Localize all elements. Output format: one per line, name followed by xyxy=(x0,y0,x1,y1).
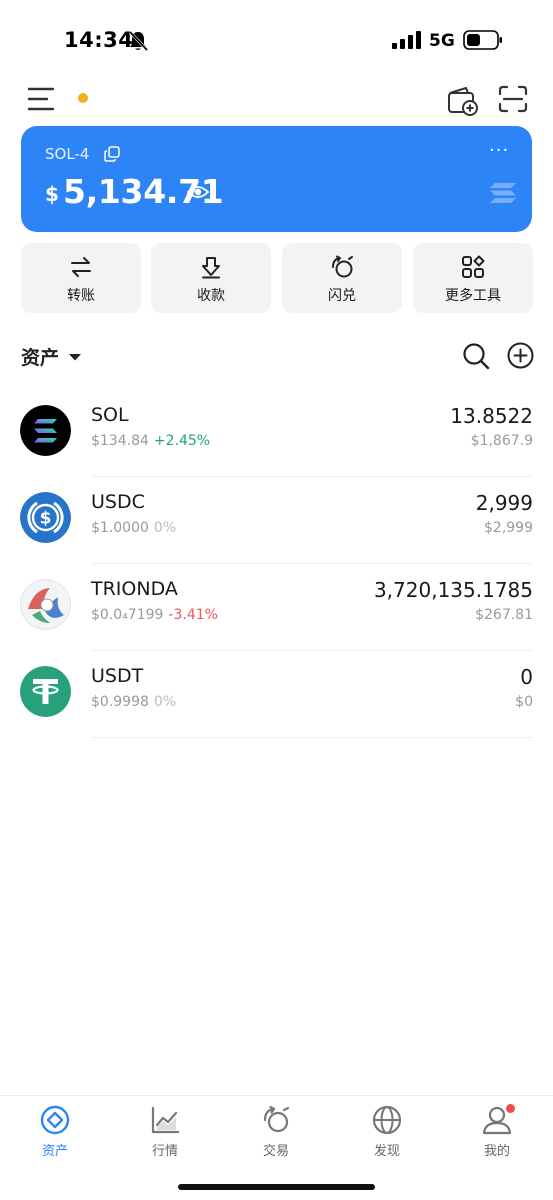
balance-card[interactable]: SOL-4 ··· $ 5,134.71 xyxy=(21,126,532,232)
transfer-label: 转账 xyxy=(67,288,95,304)
add-token-icon[interactable] xyxy=(507,342,534,369)
asset-symbol: TRIONDA xyxy=(91,578,178,600)
notification-dot xyxy=(78,93,88,103)
nav-market-label: 行情 xyxy=(151,1144,178,1159)
status-bar: 14:34 5G xyxy=(0,0,553,80)
network-label: 5G xyxy=(429,31,455,51)
asset-symbol: USDT xyxy=(91,665,144,687)
swap-button[interactable]: 闪兑 xyxy=(282,243,402,313)
asset-unit-price: $0.0₄7199 xyxy=(91,607,164,623)
asset-row-usdc[interactable]: $ USDC $1.0000 0% 2,999 $2,999 xyxy=(0,477,553,564)
receive-label: 收款 xyxy=(197,288,225,304)
asset-amount: 0 xyxy=(520,665,533,689)
asset-value: $267.81 xyxy=(475,607,533,623)
nav-trade-label: 交易 xyxy=(262,1144,289,1159)
wallet-name: SOL-4 xyxy=(45,145,90,163)
nav-market[interactable]: 行情 xyxy=(110,1096,220,1166)
trade-icon xyxy=(263,1105,290,1133)
copy-icon[interactable] xyxy=(104,146,120,162)
sol-logo-icon xyxy=(20,405,71,456)
asset-amount: 2,999 xyxy=(475,491,533,515)
asset-change: -3.41% xyxy=(168,607,218,623)
nav-trade[interactable]: 交易 xyxy=(221,1096,331,1166)
asset-price: $1.0000 0% xyxy=(91,520,176,536)
asset-amount: 3,720,135.1785 xyxy=(373,578,533,602)
asset-price: $134.84 +2.45% xyxy=(91,433,210,449)
receive-icon xyxy=(202,257,220,279)
asset-amount: 13.8522 xyxy=(450,404,533,428)
search-icon[interactable] xyxy=(462,342,490,370)
cellular-signal-icon xyxy=(392,31,421,49)
usdt-logo-icon xyxy=(20,666,71,717)
battery-icon xyxy=(463,30,502,50)
assets-title[interactable]: 资产 xyxy=(21,343,59,370)
asset-unit-price: $0.9998 xyxy=(91,694,149,710)
nav-profile-label: 我的 xyxy=(483,1144,510,1159)
nav-discover-label: 发现 xyxy=(373,1144,400,1159)
market-icon xyxy=(151,1106,180,1134)
asset-change: 0% xyxy=(153,520,177,536)
transfer-icon xyxy=(71,257,91,277)
nav-profile[interactable]: 我的 xyxy=(442,1096,552,1166)
asset-change: +2.45% xyxy=(153,433,211,449)
asset-row-usdt[interactable]: USDT $0.9998 0% 0 $0 xyxy=(0,651,553,738)
add-wallet-icon[interactable] xyxy=(446,84,480,116)
asset-value: $1,867.9 xyxy=(470,433,533,449)
asset-symbol: SOL xyxy=(91,404,129,426)
asset-price: $0.9998 0% xyxy=(91,694,176,710)
more-tools-label: 更多工具 xyxy=(445,288,501,304)
swap-label: 闪兑 xyxy=(328,288,356,304)
asset-row-trionda[interactable]: TRIONDA $0.0₄7199 -3.41% 3,720,135.1785 $… xyxy=(0,564,553,651)
transfer-button[interactable]: 转账 xyxy=(21,243,141,313)
usdc-logo-icon: $ xyxy=(20,492,71,543)
receive-button[interactable]: 收款 xyxy=(151,243,271,313)
svg-text:$: $ xyxy=(40,509,52,529)
asset-change: 0% xyxy=(153,694,177,710)
profile-badge xyxy=(506,1104,515,1113)
nav-assets-label: 资产 xyxy=(41,1144,68,1159)
trionda-logo-icon xyxy=(20,579,71,630)
swap-icon xyxy=(332,255,353,278)
nav-discover[interactable]: 发现 xyxy=(332,1096,442,1166)
asset-unit-price: $134.84 xyxy=(91,433,149,449)
home-indicator xyxy=(178,1184,375,1190)
caret-down-icon[interactable] xyxy=(68,353,82,361)
wallet-more-button[interactable]: ··· xyxy=(489,142,509,164)
solana-watermark-icon xyxy=(490,183,516,203)
more-tools-icon xyxy=(462,255,485,278)
asset-row-sol[interactable]: SOL $134.84 +2.45% 13.8522 $1,867.9 xyxy=(0,390,553,477)
asset-symbol: USDC xyxy=(91,491,145,513)
menu-icon[interactable] xyxy=(27,86,55,112)
more-tools-button[interactable]: 更多工具 xyxy=(413,243,533,313)
nav-assets[interactable]: 资产 xyxy=(0,1096,110,1166)
scan-icon[interactable] xyxy=(498,85,528,113)
asset-unit-price: $1.0000 xyxy=(91,520,149,536)
balance-currency: $ xyxy=(45,182,59,206)
asset-value: $0 xyxy=(515,694,533,710)
asset-price: $0.0₄7199 -3.41% xyxy=(91,607,218,623)
quick-actions: 转账 收款 闪兑 更多工具 xyxy=(21,243,533,313)
status-time: 14:34 xyxy=(64,28,134,52)
bell-off-icon xyxy=(128,30,148,52)
row-divider xyxy=(91,737,533,738)
assets-icon xyxy=(40,1105,70,1135)
discover-icon xyxy=(372,1105,402,1135)
asset-value: $2,999 xyxy=(484,520,533,536)
eye-icon[interactable] xyxy=(187,183,209,201)
